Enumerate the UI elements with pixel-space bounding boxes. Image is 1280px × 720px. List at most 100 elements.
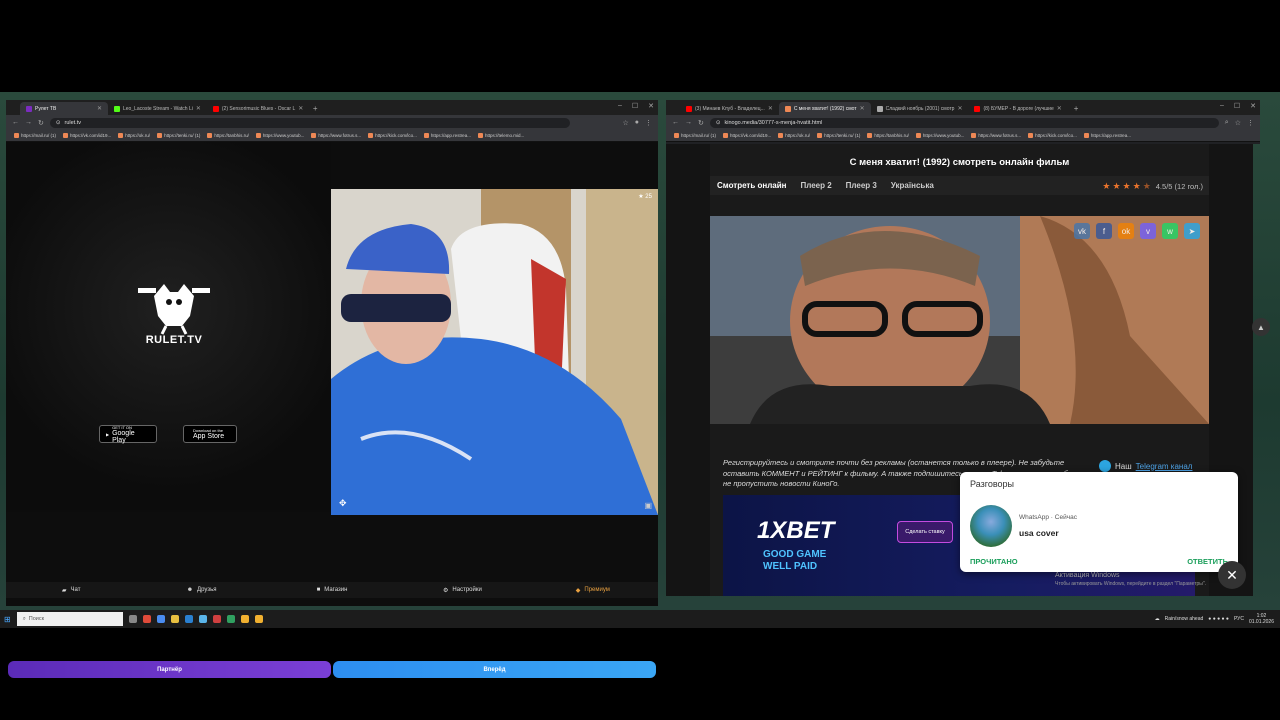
folder-icon[interactable]	[170, 615, 179, 623]
right-tab-2[interactable]: Сладкий ноябрь (2001) смотр ✕	[871, 102, 969, 115]
site-info-icon[interactable]: ⊙	[56, 120, 61, 126]
close-window-icon[interactable]: ✕	[648, 102, 654, 110]
close-tab-icon[interactable]: ✕	[97, 105, 102, 112]
back-icon[interactable]: ←	[672, 119, 679, 126]
nav-shop[interactable]: ■ Магазин	[267, 582, 397, 598]
menu-icon[interactable]: ⋮	[1247, 119, 1254, 127]
new-tab-button[interactable]: +	[307, 102, 324, 115]
close-notification-icon[interactable]: ✕	[1218, 561, 1246, 589]
new-tab-button[interactable]: +	[1068, 102, 1085, 115]
bookmark-item[interactable]: https://www.youtub...	[915, 133, 964, 138]
google-play-button[interactable]: ▶ GET IT ON Google Play	[99, 425, 157, 444]
menu-icon[interactable]: ⋮	[645, 119, 652, 127]
bookmark-item[interactable]: https://telemo.mid...	[477, 133, 524, 138]
close-tab-icon[interactable]: ✕	[196, 105, 201, 112]
address-bar[interactable]: ⊙ kinogo.media/30777-s-menja-hvatit.html	[709, 117, 1219, 128]
chrome-icon[interactable]	[240, 615, 249, 623]
reload-icon[interactable]: ↻	[698, 119, 704, 127]
bookmark-item[interactable]: https://ok.ru/	[118, 133, 150, 138]
weather-icon[interactable]: ☁	[1155, 616, 1160, 622]
close-tab-icon[interactable]: ✕	[860, 105, 865, 112]
telegram-channel-link[interactable]: Telegram канал	[1136, 462, 1193, 471]
maximize-icon[interactable]: ☐	[1234, 102, 1240, 110]
right-tab-0[interactable]: (3) Минаев Клуб - Владелец... ✕	[680, 102, 779, 115]
clock[interactable]: 1:02 01.01.2026	[1249, 613, 1274, 625]
right-tab-1[interactable]: С меня хватит! (1992) смот ✕	[778, 102, 871, 115]
chrome-icon[interactable]	[254, 615, 263, 623]
close-tab-icon[interactable]: ✕	[768, 105, 773, 112]
taskbar-search[interactable]: ⌕ Поиск	[16, 612, 123, 626]
app-icon[interactable]	[156, 615, 165, 623]
close-tab-icon[interactable]: ✕	[1057, 105, 1062, 112]
rating-star-icon[interactable]: ★	[1133, 181, 1141, 192]
camera-icon[interactable]: ▣	[644, 501, 652, 510]
telegram-link[interactable]: Наш Telegram канал	[1099, 460, 1192, 472]
profile-icon[interactable]: ●	[635, 119, 639, 126]
nav-settings[interactable]: ⚙ Настройки	[397, 582, 527, 598]
forward-icon[interactable]: →	[25, 119, 32, 126]
tab-player-2[interactable]: Плеер 2	[800, 181, 831, 190]
bookmark-item[interactable]: https://app.restrea...	[1083, 133, 1131, 138]
bookmark-star-icon[interactable]: ☆	[622, 119, 628, 127]
nav-chat[interactable]: ▰ Чат	[6, 582, 136, 598]
left-tab-0[interactable]: Рулет ТВ ✕	[20, 102, 108, 115]
video-player[interactable]	[710, 216, 1209, 424]
maximize-icon[interactable]: ☐	[632, 102, 638, 110]
tab-player-3[interactable]: Плеер 3	[846, 181, 877, 190]
weather-text[interactable]: Rain/snow ahead	[1165, 616, 1204, 622]
language-indicator[interactable]: РУС	[1234, 616, 1244, 622]
app-icon[interactable]	[142, 615, 151, 623]
close-window-icon[interactable]: ✕	[1250, 102, 1256, 110]
bookmark-item[interactable]: https://tanbhis.ru/	[207, 133, 249, 138]
task-view-icon[interactable]	[128, 615, 137, 623]
telegram-icon[interactable]	[198, 615, 207, 623]
bookmark-item[interactable]: https://mail.ru/ (1)	[674, 133, 716, 138]
bookmark-item[interactable]: https://app.restrea...	[423, 133, 471, 138]
tab-watch-online[interactable]: Смотреть онлайн	[717, 181, 786, 190]
close-tab-icon[interactable]: ✕	[298, 105, 303, 112]
bookmark-item[interactable]: https://kick.com/lco...	[1028, 133, 1077, 138]
right-tab-3[interactable]: (8) БУМЕР - В дороге (лучшие ✕	[968, 102, 1067, 115]
bookmark-item[interactable]: https://www.fotrus.s...	[971, 133, 1021, 138]
nav-premium[interactable]: ◆ Премиум	[528, 582, 658, 598]
scroll-up-icon[interactable]: ▲	[1252, 318, 1270, 336]
bookmark-item[interactable]: https://tenki.ru/ (1)	[157, 133, 200, 138]
bookmark-item[interactable]: https://www.fotrus.s...	[311, 133, 361, 138]
nav-friends[interactable]: ☻ Друзья	[136, 582, 266, 598]
left-tab-2[interactable]: (2) Sensorimusic Blues - Oscar L ✕	[207, 102, 307, 115]
close-tab-icon[interactable]: ✕	[957, 105, 962, 112]
whatsapp-icon[interactable]: w	[1162, 223, 1178, 239]
viber-icon[interactable]: v	[1140, 223, 1156, 239]
move-icon[interactable]: ✥	[339, 498, 347, 509]
site-info-icon[interactable]: ⊙	[716, 120, 721, 126]
tray-icons[interactable]: ● ● ● ● ●	[1208, 616, 1229, 622]
reload-icon[interactable]: ↻	[38, 119, 44, 127]
webcam-video[interactable]: ★ 25 ✥ ▣	[331, 189, 658, 515]
telegram-icon[interactable]: ➤	[1184, 223, 1200, 239]
back-icon[interactable]: ←	[12, 119, 19, 126]
bookmark-item[interactable]: https://www.youtub...	[255, 133, 304, 138]
vk-icon[interactable]: vk	[1074, 223, 1090, 239]
partner-button[interactable]: Партнёр	[8, 661, 331, 678]
ad-bet-button[interactable]: Сделать ставку	[897, 521, 953, 543]
windows-start-icon[interactable]: ⊞	[4, 615, 11, 624]
odnoklassniki-icon[interactable]: ok	[1118, 223, 1134, 239]
next-button[interactable]: Вперёд	[333, 661, 656, 678]
bookmark-item[interactable]: https://vk.com/id19...	[63, 133, 111, 138]
bookmark-item[interactable]: https://kick.com/lco...	[368, 133, 417, 138]
bookmark-star-icon[interactable]: ☆	[1235, 119, 1241, 127]
facebook-icon[interactable]: f	[1096, 223, 1112, 239]
edge-icon[interactable]	[184, 615, 193, 623]
bookmark-item[interactable]: https://tenki.ru/ (1)	[817, 133, 860, 138]
rating-star-icon[interactable]: ★	[1143, 181, 1151, 192]
bookmark-item[interactable]: https://vk.com/id19...	[723, 133, 771, 138]
tab-ukrainian[interactable]: Українська	[891, 181, 934, 190]
minimize-icon[interactable]: –	[618, 102, 622, 110]
rating-star-icon[interactable]: ★	[1102, 181, 1110, 192]
left-tab-1[interactable]: Leo_Lacoste Stream - Watch Li ✕	[108, 102, 207, 115]
rating-star-icon[interactable]: ★	[1112, 181, 1120, 192]
minimize-icon[interactable]: –	[1220, 102, 1224, 110]
app-store-button[interactable]: Download on the App Store	[183, 425, 237, 443]
search-icon[interactable]: ⌕	[1225, 119, 1229, 127]
rating-star-icon[interactable]: ★	[1123, 181, 1131, 192]
